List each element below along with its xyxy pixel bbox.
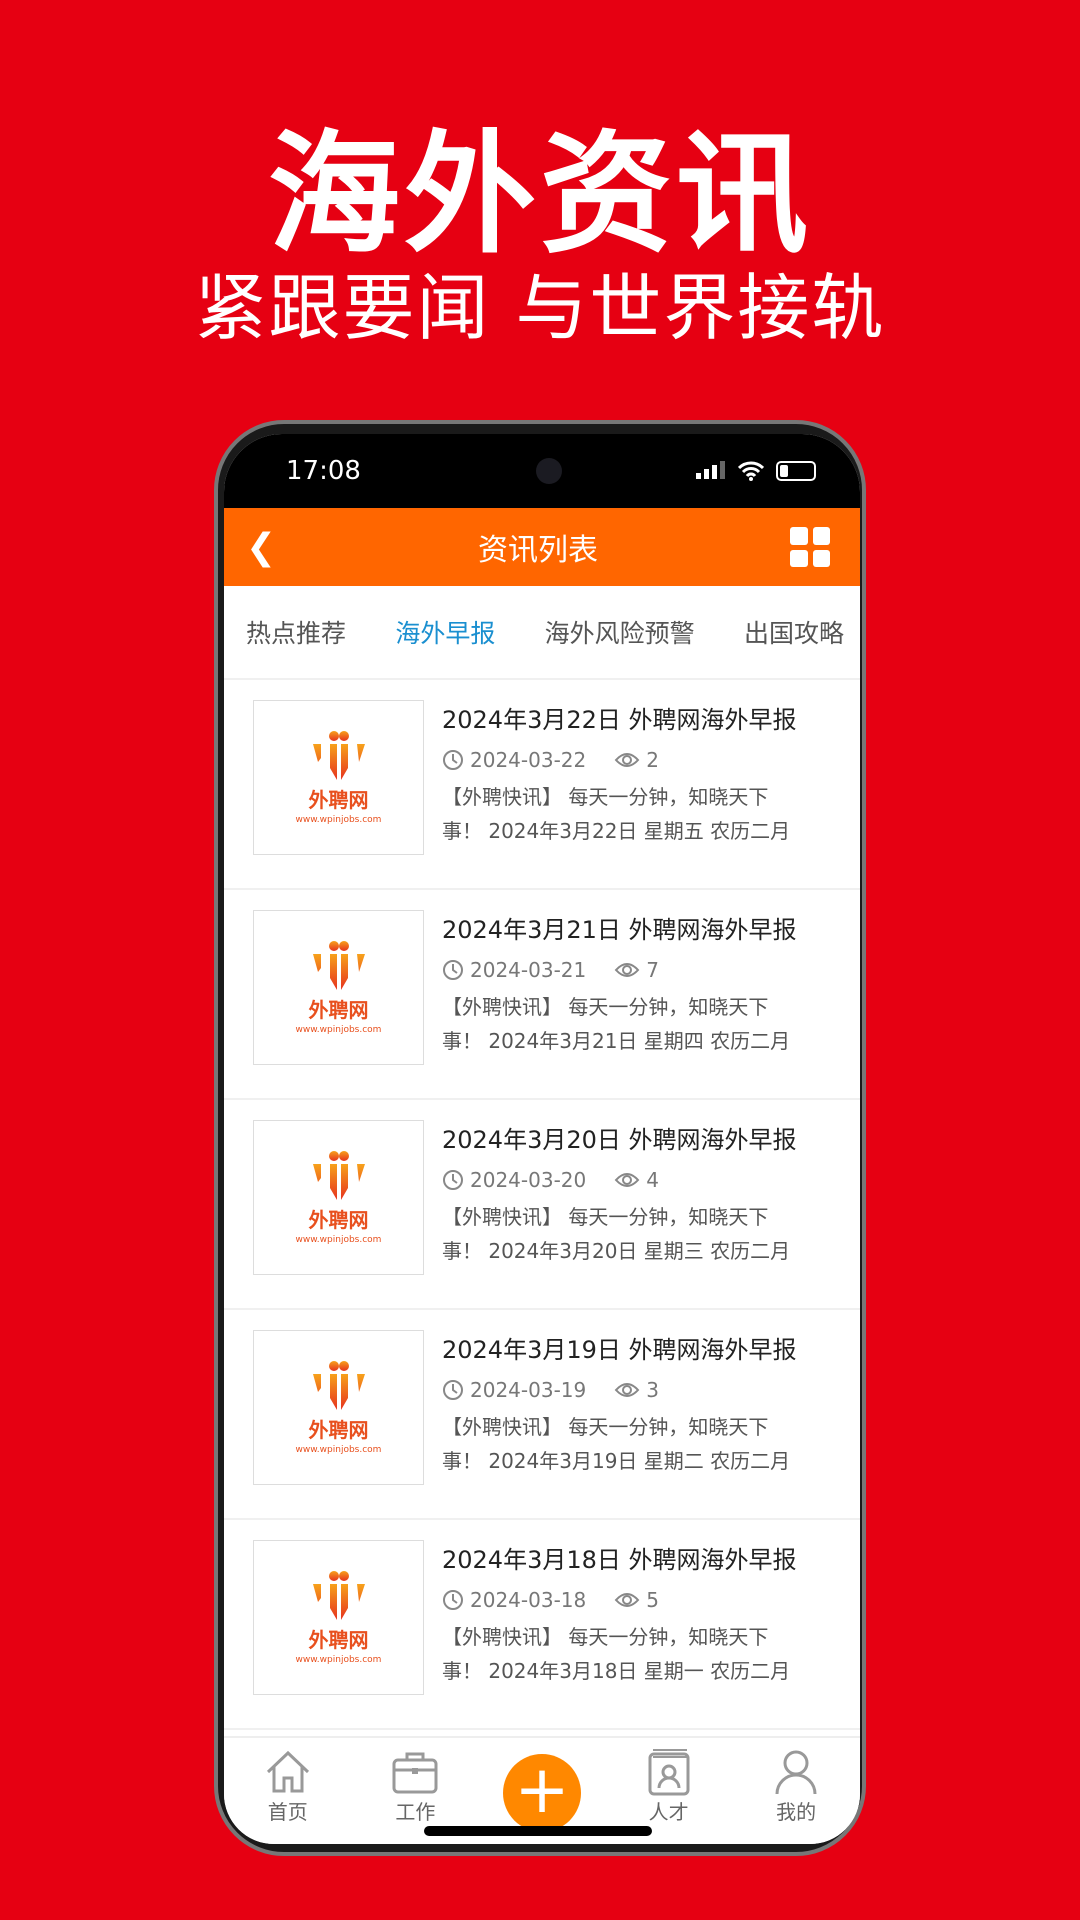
camera: [535, 458, 562, 484]
news-summary: 【外聘快讯】 每天一分钟，知晓天下 事！ 2024年3月20日 星期三 农历二月: [442, 1205, 791, 1263]
thumbnail: 外聘网 www.wpinjobs.com: [253, 910, 424, 1065]
nav-label: 我的: [776, 1800, 817, 1824]
nav-label: 首页: [267, 1800, 308, 1824]
status-time: 17:08: [286, 456, 361, 486]
tab-3[interactable]: 出国攻略: [744, 614, 844, 650]
plus-button[interactable]: +: [502, 1754, 581, 1832]
eye-icon: [614, 1383, 640, 1397]
clock-icon: [443, 1590, 463, 1610]
clock-icon: [443, 1170, 463, 1190]
eye-icon: [614, 1173, 640, 1187]
wpinjobs-logo: [312, 1360, 365, 1410]
news-views: 4: [646, 1168, 659, 1192]
user-icon: [775, 1750, 817, 1795]
news-date: 2024-03-19: [470, 1378, 587, 1402]
thumbnail: 外聘网 www.wpinjobs.com: [253, 1120, 424, 1275]
home-indicator: [424, 1826, 652, 1836]
news-item[interactable]: 外聘网 www.wpinjobs.com 2024年3月20日 外聘网海外早报 2…: [224, 1100, 860, 1310]
news-meta: 2024-03-21 7: [442, 958, 842, 982]
thumbnail: 外聘网 www.wpinjobs.com: [253, 1330, 424, 1485]
status-bar: 17:08: [224, 434, 860, 508]
news-title: 2024年3月19日 外聘网海外早报: [442, 1336, 797, 1364]
nav-label: 工作: [395, 1800, 436, 1824]
news-date: 2024-03-18: [470, 1588, 587, 1612]
news-views: 7: [646, 958, 659, 982]
clock-icon: [443, 960, 463, 980]
news-body: 2024年3月20日 外聘网海外早报 2024-03-20 4 【外聘快讯】 每天…: [442, 1120, 842, 1308]
news-views: 3: [646, 1378, 659, 1402]
news-date: 2024-03-20: [470, 1168, 587, 1192]
nav-mine[interactable]: 我的: [756, 1748, 836, 1824]
phone-frame: 17:08 ❮ 资讯列表 热点推荐 海外早报 海外风险预警 出国攻略 外聘网 www.w…: [214, 420, 866, 1856]
phone-screen: 17:08 ❮ 资讯列表 热点推荐 海外早报 海外风险预警 出国攻略 外聘网 www.w…: [224, 434, 860, 1844]
news-item[interactable]: 外聘网 www.wpinjobs.com 2024年3月21日 外聘网海外早报 2…: [224, 890, 860, 1100]
back-button[interactable]: ❮: [246, 527, 286, 568]
news-date: 2024-03-21: [470, 958, 587, 982]
eye-icon: [614, 1593, 640, 1607]
news-meta: 2024-03-19 3: [442, 1378, 842, 1402]
contact-book-icon: [648, 1749, 690, 1796]
header-bar: ❮ 资讯列表: [224, 508, 860, 586]
tab-0[interactable]: 热点推荐: [246, 614, 346, 650]
wpinjobs-logo: [312, 940, 365, 990]
news-date: 2024-03-22: [470, 748, 587, 772]
news-summary: 【外聘快讯】 每天一分钟，知晓天下 事！ 2024年3月21日 星期四 农历二月: [442, 995, 791, 1053]
grid-menu-button[interactable]: [790, 527, 830, 567]
news-title: 2024年3月20日 外聘网海外早报: [442, 1126, 797, 1154]
wpinjobs-logo: [312, 730, 365, 780]
news-summary: 【外聘快讯】 每天一分钟，知晓天下 事！ 2024年3月19日 星期二 农历二月: [442, 1415, 791, 1473]
eye-icon: [614, 753, 640, 767]
news-body: 2024年3月22日 外聘网海外早报 2024-03-22 2 【外聘快讯】 每天…: [442, 700, 842, 888]
thumbnail: 外聘网 www.wpinjobs.com: [253, 1540, 424, 1695]
news-list: 外聘网 www.wpinjobs.com 2024年3月22日 外聘网海外早报 2…: [224, 680, 860, 1736]
briefcase-icon: [392, 1752, 438, 1794]
news-title: 2024年3月21日 外聘网海外早报: [442, 916, 797, 944]
signal-icon: [696, 461, 725, 479]
news-summary: 【外聘快讯】 每天一分钟，知晓天下 事！ 2024年3月18日 星期一 农历二月: [442, 1625, 791, 1683]
nav-label: 人才: [648, 1800, 689, 1824]
wpinjobs-logo: [312, 1570, 365, 1620]
home-icon: [266, 1750, 309, 1793]
news-body: 2024年3月19日 外聘网海外早报 2024-03-19 3 【外聘快讯】 每天…: [442, 1330, 842, 1518]
tab-2[interactable]: 海外风险预警: [545, 614, 695, 650]
promo-headline: 海外资讯: [268, 118, 812, 272]
bottom-nav: 首页 工作 + 人才 我的: [224, 1736, 860, 1844]
news-meta: 2024-03-20 4: [442, 1168, 842, 1192]
nav-home[interactable]: 首页: [248, 1748, 328, 1824]
news-item[interactable]: 外聘网 www.wpinjobs.com 2024年3月19日 外聘网海外早报 2…: [224, 1310, 860, 1520]
news-title: 2024年3月22日 外聘网海外早报: [442, 706, 797, 734]
news-views: 5: [646, 1588, 659, 1612]
news-item[interactable]: 外聘网 www.wpinjobs.com 2024年3月22日 外聘网海外早报 2…: [224, 680, 860, 890]
tab-1[interactable]: 海外早报: [395, 614, 495, 650]
wifi-icon: [738, 461, 764, 481]
news-summary: 【外聘快讯】 每天一分钟，知晓天下 事！ 2024年3月22日 星期五 农历二月: [442, 785, 791, 843]
page-title: 资讯列表: [478, 533, 598, 568]
thumbnail: 外聘网 www.wpinjobs.com: [253, 700, 424, 855]
wpinjobs-logo: [312, 1150, 365, 1200]
news-views: 2: [646, 748, 659, 772]
news-body: 2024年3月21日 外聘网海外早报 2024-03-21 7 【外聘快讯】 每天…: [442, 910, 842, 1098]
news-meta: 2024-03-22 2: [442, 748, 842, 772]
clock-icon: [443, 750, 463, 770]
news-meta: 2024-03-18 5: [442, 1588, 842, 1612]
clock-icon: [443, 1380, 463, 1400]
news-item[interactable]: 外聘网 www.wpinjobs.com 2024年3月18日 外聘网海外早报 2…: [224, 1520, 860, 1730]
nav-talent[interactable]: 人才: [629, 1748, 709, 1824]
nav-work[interactable]: 工作: [375, 1748, 455, 1824]
eye-icon: [614, 963, 640, 977]
news-title: 2024年3月18日 外聘网海外早报: [442, 1546, 797, 1574]
category-tabs: 热点推荐 海外早报 海外风险预警 出国攻略: [224, 586, 860, 680]
news-body: 2024年3月18日 外聘网海外早报 2024-03-18 5 【外聘快讯】 每天…: [442, 1540, 842, 1728]
promo-subtitle: 紧跟要闻 与世界接轨: [194, 266, 886, 350]
battery-icon: [776, 461, 816, 481]
